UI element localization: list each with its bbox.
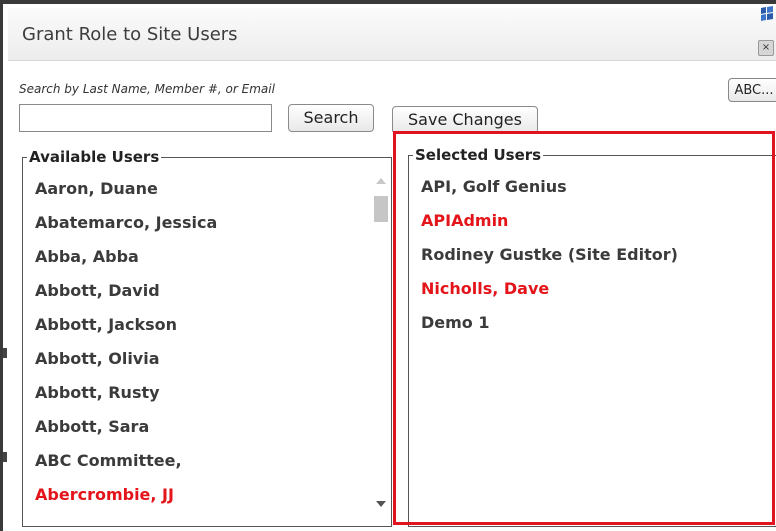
list-item[interactable]: Abbott, Olivia — [35, 342, 217, 376]
available-users-scrollbar[interactable] — [372, 176, 390, 509]
list-item[interactable]: Aaron, Duane — [35, 172, 217, 206]
dialog-titlebar: Grant Role to Site Users × — [8, 6, 776, 61]
scroll-thumb[interactable] — [374, 196, 388, 222]
list-item[interactable]: ABC Committee, — [35, 444, 217, 478]
logo-icon — [760, 6, 774, 22]
scroll-up-arrow-icon[interactable] — [376, 178, 386, 184]
list-item[interactable]: Abatemarco, Jessica — [35, 206, 217, 240]
list-item[interactable]: Abbott, Sara — [35, 410, 217, 444]
available-users-panel: Available Users Aaron, Duane Abatemarco,… — [22, 148, 392, 527]
dialog-title: Grant Role to Site Users — [22, 24, 238, 45]
save-changes-button[interactable]: Save Changes — [392, 106, 538, 134]
list-item[interactable]: Abbott, Rusty — [35, 376, 217, 410]
available-users-list[interactable]: Aaron, Duane Abatemarco, Jessica Abba, A… — [35, 172, 217, 512]
list-item[interactable]: Abbott, Jackson — [35, 308, 217, 342]
left-edge-mark — [3, 348, 7, 358]
top-frame-rule — [0, 0, 776, 4]
available-users-legend: Available Users — [27, 148, 162, 166]
alphabet-filter-button[interactable]: ABC... — [728, 78, 776, 102]
search-button[interactable]: Search — [288, 104, 374, 132]
search-hint: Search by Last Name, Member #, or Email — [19, 82, 275, 96]
list-item[interactable]: Abba, Abba — [35, 240, 217, 274]
search-input[interactable] — [19, 104, 272, 132]
left-edge-mark — [3, 452, 7, 462]
selected-users-highlight-outline — [393, 131, 775, 525]
list-item[interactable]: Abbott, David — [35, 274, 217, 308]
list-item[interactable]: Abercrombie, JJ — [35, 478, 217, 512]
close-icon[interactable]: × — [758, 40, 774, 56]
scroll-down-arrow-icon[interactable] — [376, 501, 386, 507]
